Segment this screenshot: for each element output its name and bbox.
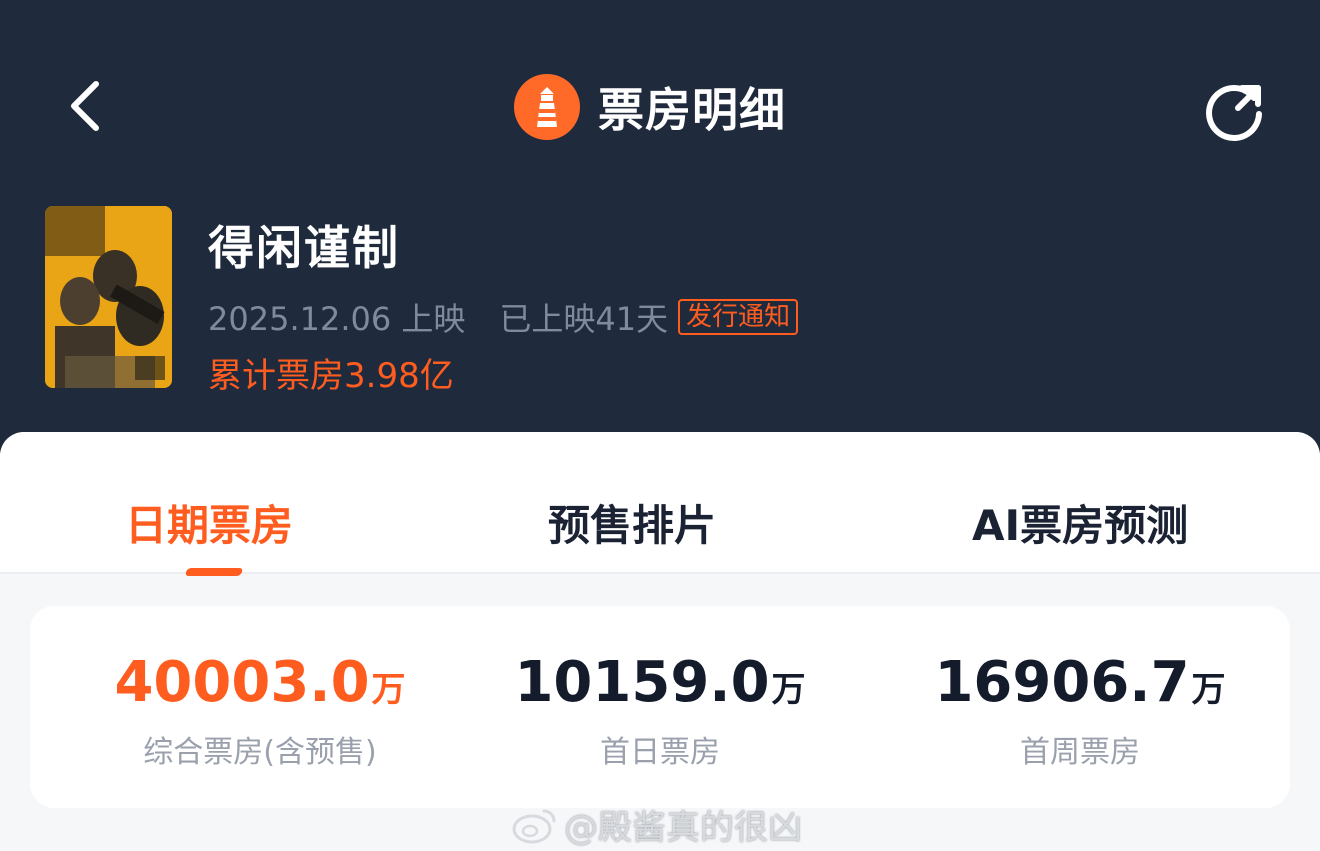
stat-number: 10159.0 (514, 650, 770, 715)
watermark-text: @殿酱真的很凶 (564, 808, 802, 848)
stat-first-day[interactable]: 10159.0万 首日票房 (450, 650, 870, 771)
stat-unit: 万 (771, 670, 806, 710)
lighthouse-icon (514, 74, 580, 140)
cumulative-box-office: 累计票房3.98亿 (208, 356, 454, 396)
stat-label: 综合票房(含预售) (143, 735, 377, 770)
stat-number: 16906.7 (934, 650, 1190, 715)
days-released: 已上映41天 (499, 300, 669, 338)
page-title: 票房明细 (598, 83, 786, 137)
stat-unit: 万 (371, 670, 406, 710)
tab-daily-box-office[interactable]: 日期票房 (125, 492, 293, 553)
release-notice-badge[interactable]: 发行通知 (678, 299, 799, 335)
stats-card: 40003.0万 综合票房(含预售) 10159.0万 首日票房 16906.7… (30, 606, 1290, 808)
chevron-left-icon (71, 81, 99, 131)
watermark: @殿酱真的很凶 (510, 800, 802, 849)
title-group: 票房明细 (514, 74, 786, 140)
stat-total[interactable]: 40003.0万 综合票房(含预售) (50, 650, 470, 771)
movie-meta: 2025.12.06 上映 已上映41天 发行通知 (208, 294, 799, 340)
tab-bar: 日期票房 预售排片 AI票房预测 (0, 432, 1320, 576)
stat-unit: 万 (1191, 670, 1226, 710)
active-tab-indicator (184, 568, 244, 576)
stat-number: 40003.0 (114, 650, 370, 715)
app-screen: 票房明细 得闲谨制 2025.12.06 上映 已上映41天 发行通知 累计票房… (0, 0, 1320, 851)
movie-title: 得闲谨制 (208, 221, 400, 275)
stat-first-week[interactable]: 16906.7万 首周票房 (870, 650, 1290, 771)
release-date: 2025.12.06 上映 (208, 300, 466, 338)
stat-value: 40003.0万 (50, 650, 470, 715)
back-button[interactable] (58, 76, 118, 136)
tab-ai-forecast[interactable]: AI票房预测 (972, 492, 1188, 553)
stat-value: 10159.0万 (450, 650, 870, 715)
stat-label: 首周票房 (1020, 735, 1140, 770)
stat-value: 16906.7万 (870, 650, 1290, 715)
movie-poster[interactable] (45, 206, 172, 388)
refresh-button[interactable] (1202, 76, 1268, 142)
content-panel: 日期票房 预售排片 AI票房预测 40003.0万 综合票房(含预售) 1015… (0, 432, 1320, 851)
tab-presale-schedule[interactable]: 预售排片 (548, 492, 716, 553)
stat-label: 首日票房 (600, 735, 720, 770)
header-bar: 票房明细 (0, 0, 1320, 200)
refresh-icon (1206, 85, 1262, 141)
weibo-icon (512, 809, 556, 843)
